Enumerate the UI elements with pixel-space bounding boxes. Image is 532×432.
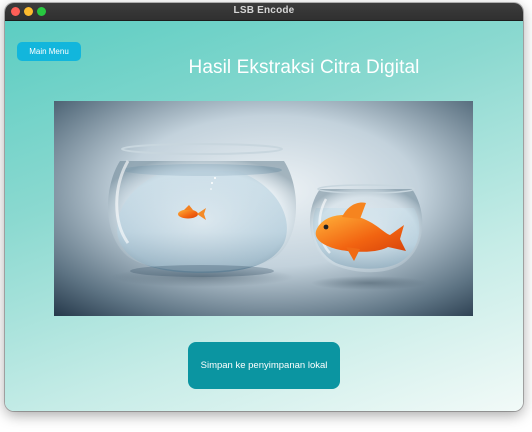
small-bowl-shadow <box>311 276 427 290</box>
main-content: Main Menu Hasil Ekstraksi Citra Digital <box>5 21 523 411</box>
app-window: LSB Encode Main Menu Hasil Ekstraksi Cit… <box>5 3 523 411</box>
window-title: LSB Encode <box>233 5 295 16</box>
title-bar: LSB Encode <box>5 3 523 21</box>
main-menu-button[interactable]: Main Menu <box>17 42 81 61</box>
page-title: Hasil Ekstraksi Citra Digital <box>188 57 420 78</box>
fishbowl-illustration <box>54 101 473 316</box>
save-local-button[interactable]: Simpan ke penyimpanan lokal <box>188 342 340 389</box>
extracted-image <box>54 101 473 316</box>
large-fishbowl <box>107 143 297 277</box>
